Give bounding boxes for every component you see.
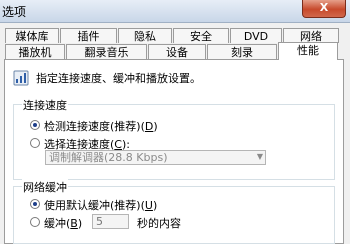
detect-speed-radio[interactable] [30, 120, 40, 130]
default-buffer-label[interactable]: 使用默认缓冲(推荐)(U) [44, 197, 157, 213]
detect-speed-label[interactable]: 检测连接速度(推荐)(D) [44, 118, 158, 134]
tab-performance[interactable]: 性能 [278, 42, 338, 60]
connection-speed-select[interactable]: 调制解调器(28.8 Kbps) ▼ [45, 150, 266, 165]
title-bar: 选项 X [0, 0, 350, 23]
performance-icon [13, 70, 29, 86]
tab-rip-music[interactable]: 翻录音乐 [66, 44, 147, 59]
custom-buffer-label[interactable]: 缓冲(B) [44, 215, 82, 231]
window-title: 选项 [2, 5, 27, 19]
tab-plugins[interactable]: 插件 [60, 28, 117, 43]
close-button[interactable]: X [302, 0, 346, 18]
buffer-seconds-input[interactable]: 5 [92, 214, 129, 229]
choose-speed-radio[interactable] [30, 138, 40, 148]
tab-security[interactable]: 安全 [173, 28, 229, 43]
chevron-down-icon: ▼ [256, 152, 263, 161]
custom-buffer-radio[interactable] [30, 217, 40, 227]
tab-privacy[interactable]: 隐私 [118, 28, 172, 43]
tab-player[interactable]: 播放机 [5, 44, 65, 59]
close-icon: X [319, 1, 329, 14]
connection-speed-legend: 连接速度 [22, 97, 68, 113]
tab-burn[interactable]: 刻录 [207, 44, 277, 59]
connection-speed-value: 调制解调器(28.8 Kbps) [49, 151, 168, 164]
buffer-seconds-suffix: 秒的内容 [137, 217, 181, 230]
network-buffering-legend: 网络缓冲 [22, 179, 68, 195]
tab-devices[interactable]: 设备 [148, 44, 206, 59]
tab-dvd[interactable]: DVD [230, 28, 282, 43]
default-buffer-radio[interactable] [30, 199, 40, 209]
performance-description: 指定连接速度、缓冲和播放设置。 [36, 72, 201, 85]
tab-media-library[interactable]: 媒体库 [5, 28, 59, 43]
tab-network[interactable]: 网络 [283, 28, 339, 43]
